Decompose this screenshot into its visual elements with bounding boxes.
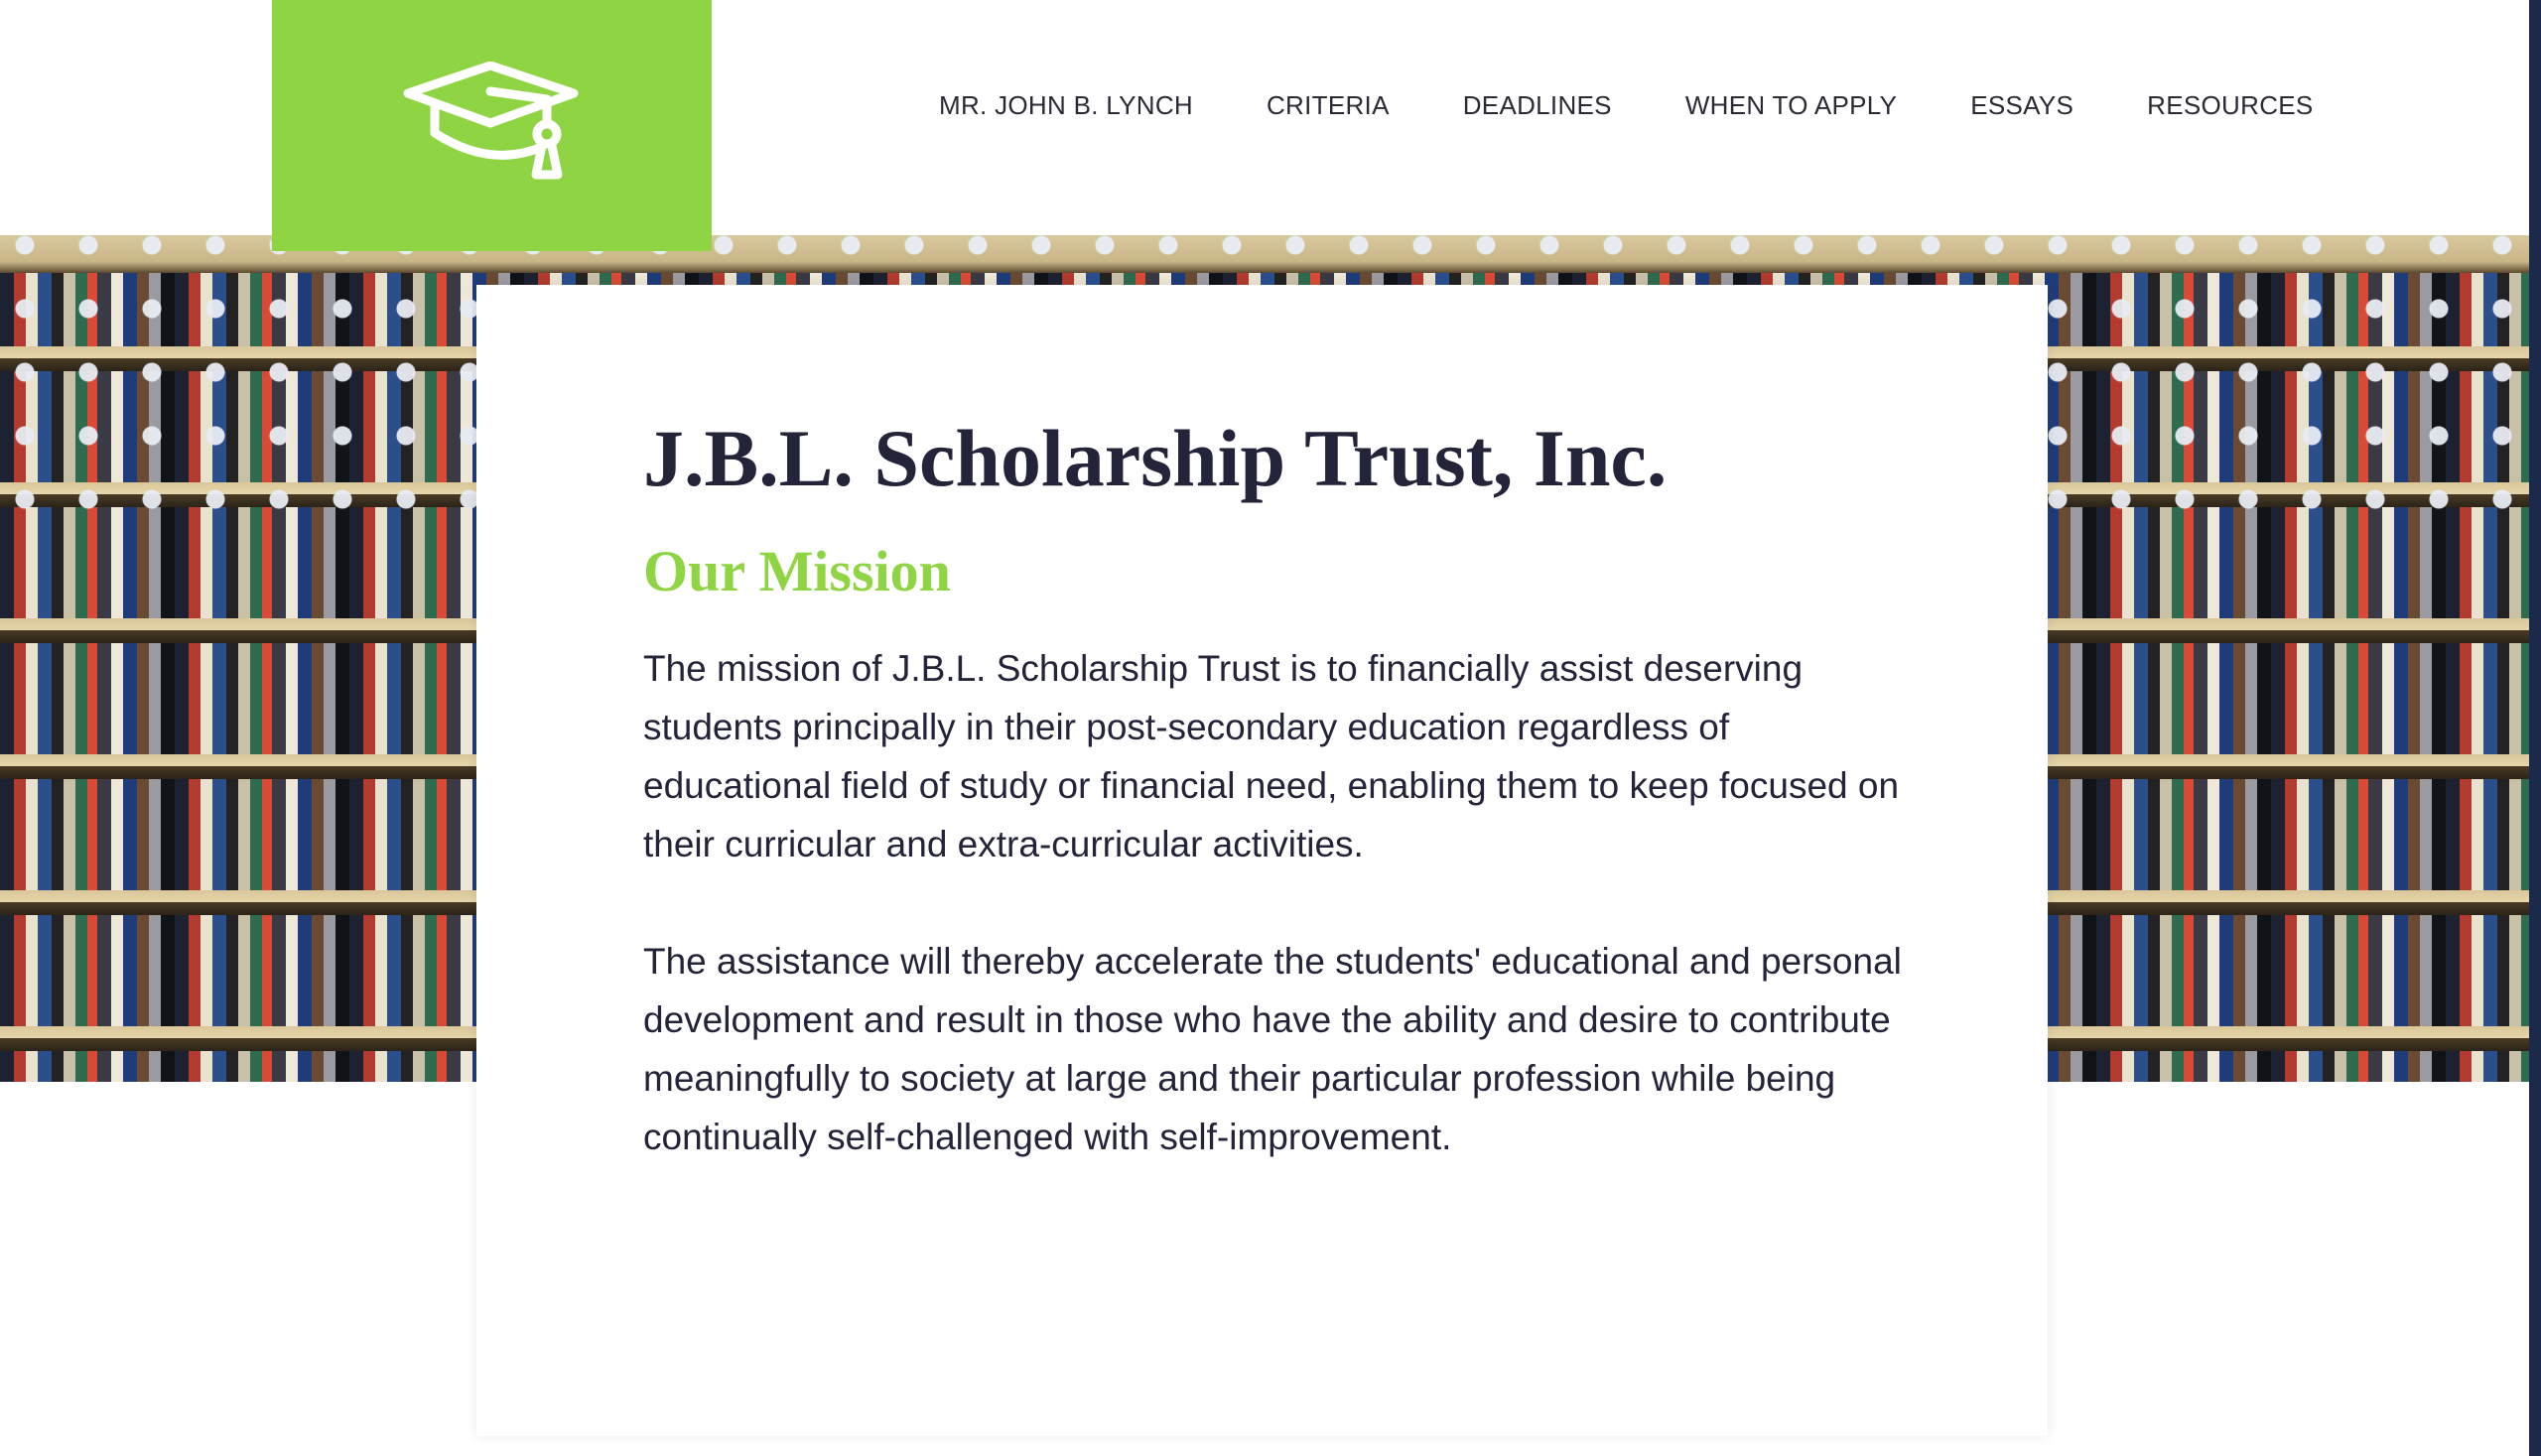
- window-edge: [2529, 0, 2541, 1456]
- page-title: J.B.L. Scholarship Trust, Inc.: [643, 413, 1668, 503]
- nav-when-to-apply[interactable]: WHEN TO APPLY: [1685, 85, 1897, 125]
- mission-paragraph-1: The mission of J.B.L. Scholarship Trust …: [643, 648, 1900, 864]
- mission-paragraph-2: The assistance will thereby accelerate t…: [643, 941, 1902, 1157]
- nav-criteria[interactable]: CRITERIA: [1267, 85, 1390, 125]
- mission-card: J.B.L. Scholarship Trust, Inc. Our Missi…: [476, 285, 2048, 1436]
- nav-mr-john-b-lynch[interactable]: MR. JOHN B. LYNCH: [939, 85, 1193, 125]
- section-subtitle: Our Mission: [643, 539, 951, 603]
- nav-resources[interactable]: RESOURCES: [2147, 85, 2313, 125]
- graduation-cap-icon: [403, 61, 578, 179]
- nav-deadlines[interactable]: DEADLINES: [1463, 85, 1612, 125]
- main-nav: MR. JOHN B. LYNCH CRITERIA DEADLINES WHE…: [939, 85, 2387, 125]
- nav-essays[interactable]: ESSAYS: [1970, 85, 2073, 125]
- logo-home-link[interactable]: [272, 0, 712, 251]
